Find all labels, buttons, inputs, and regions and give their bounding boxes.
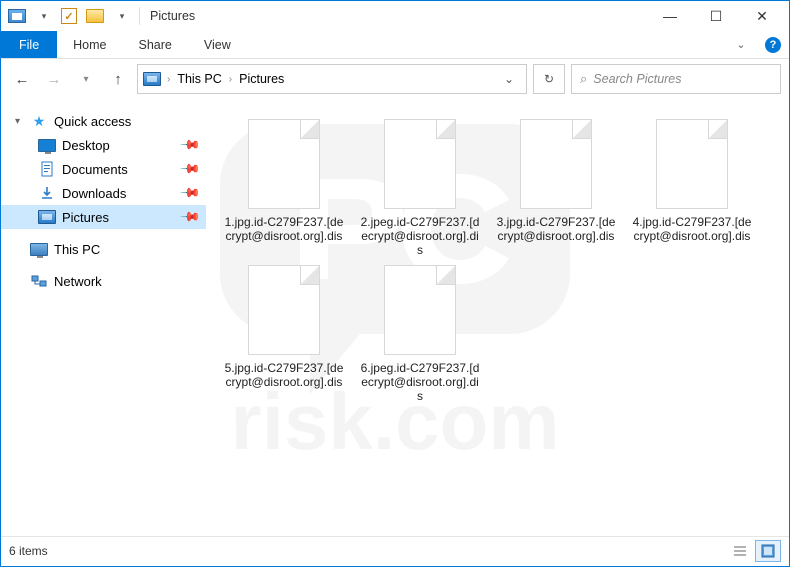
this-pc-icon	[29, 241, 49, 257]
pin-icon: 📌	[179, 158, 202, 181]
pin-icon: 📌	[179, 206, 202, 229]
documents-icon	[37, 161, 57, 177]
window-title: Pictures	[150, 9, 195, 23]
search-box[interactable]: ⌕	[571, 64, 781, 94]
file-name: 6.jpeg.id-C279F237.[decrypt@disroot.org]…	[360, 361, 480, 403]
sidebar-item-pictures[interactable]: Pictures 📌	[1, 205, 206, 229]
search-input[interactable]	[593, 72, 772, 86]
sidebar-item-label: Downloads	[62, 186, 126, 201]
address-dropdown-button[interactable]: ⌄	[496, 66, 522, 92]
navigation-pane: ▾ ★ Quick access Desktop 📌 Documents 📌	[1, 99, 206, 536]
title-bar: ▾ ✓ ▾ Pictures — ☐ ✕	[1, 1, 789, 31]
chevron-right-icon: ▸	[15, 276, 29, 287]
qat-dropdown[interactable]: ▾	[31, 5, 55, 27]
sidebar-network[interactable]: ▸ Network	[1, 269, 206, 293]
body: ▾ ★ Quick access Desktop 📌 Documents 📌	[1, 99, 789, 536]
help-icon: ?	[765, 37, 781, 53]
file-thumbnail-icon	[248, 119, 320, 209]
qat-folder-icon[interactable]	[83, 5, 107, 27]
file-name: 3.jpg.id-C279F237.[decrypt@disroot.org].…	[496, 215, 616, 243]
sidebar-item-label: Desktop	[62, 138, 110, 153]
sidebar-item-label: Quick access	[54, 114, 131, 129]
up-button[interactable]: ↑	[105, 66, 131, 92]
sidebar-this-pc[interactable]: ▸ This PC	[1, 237, 206, 261]
maximize-button[interactable]: ☐	[693, 1, 739, 31]
tab-home[interactable]: Home	[57, 31, 122, 58]
close-button[interactable]: ✕	[739, 1, 785, 31]
chevron-right-icon[interactable]: ›	[165, 74, 172, 85]
chevron-right-icon: ▸	[15, 244, 29, 255]
ribbon-expand-button[interactable]: ⌄	[725, 31, 757, 58]
file-list-pane[interactable]: 1.jpg.id-C279F237.[decrypt@disroot.org].…	[206, 99, 789, 536]
sidebar-item-label: Documents	[62, 162, 128, 177]
sidebar-item-label: Network	[54, 274, 102, 289]
chevron-down-icon: ▾	[15, 116, 29, 127]
file-tab[interactable]: File	[1, 31, 57, 58]
file-name: 2.jpeg.id-C279F237.[decrypt@disroot.org]…	[360, 215, 480, 257]
minimize-button[interactable]: —	[647, 1, 693, 31]
sidebar-item-desktop[interactable]: Desktop 📌	[1, 133, 206, 157]
ribbon-tabs: File Home Share View ⌄ ?	[1, 31, 789, 59]
address-row: ← → ▾ ↑ › This PC › Pictures ⌄ ↻ ⌕	[1, 59, 789, 99]
file-name: 4.jpg.id-C279F237.[decrypt@disroot.org].…	[632, 215, 752, 243]
pin-icon: 📌	[179, 182, 202, 205]
file-thumbnail-icon	[248, 265, 320, 355]
desktop-icon	[37, 137, 57, 153]
pictures-icon	[37, 209, 57, 225]
tab-view[interactable]: View	[188, 31, 247, 58]
thumbnails-view-button[interactable]	[755, 540, 781, 562]
chevron-right-icon[interactable]: ›	[227, 74, 234, 85]
help-button[interactable]: ?	[757, 31, 789, 58]
location-pictures-icon	[142, 71, 162, 87]
file-item[interactable]: 6.jpeg.id-C279F237.[decrypt@disroot.org]…	[360, 263, 480, 403]
refresh-button[interactable]: ↻	[533, 64, 565, 94]
file-thumbnail-icon	[520, 119, 592, 209]
quick-access-toolbar: ▾ ✓ ▾	[5, 5, 133, 27]
properties-checkbox[interactable]: ✓	[57, 5, 81, 27]
sidebar-quick-access[interactable]: ▾ ★ Quick access	[1, 109, 206, 133]
sidebar-item-label: Pictures	[62, 210, 109, 225]
breadcrumb-pictures[interactable]: Pictures	[234, 72, 289, 86]
files-grid: 1.jpg.id-C279F237.[decrypt@disroot.org].…	[224, 117, 789, 403]
file-item[interactable]: 3.jpg.id-C279F237.[decrypt@disroot.org].…	[496, 117, 616, 257]
status-bar: 6 items	[1, 536, 789, 564]
item-count: 6 items	[9, 544, 48, 558]
network-icon	[29, 273, 49, 289]
sidebar-item-documents[interactable]: Documents 📌	[1, 157, 206, 181]
sidebar-item-label: This PC	[54, 242, 100, 257]
view-switcher	[727, 540, 781, 562]
file-item[interactable]: 4.jpg.id-C279F237.[decrypt@disroot.org].…	[632, 117, 752, 257]
file-item[interactable]: 2.jpeg.id-C279F237.[decrypt@disroot.org]…	[360, 117, 480, 257]
search-icon: ⌕	[580, 71, 587, 87]
file-thumbnail-icon	[656, 119, 728, 209]
breadcrumb-this-pc[interactable]: This PC	[172, 72, 226, 86]
file-name: 5.jpg.id-C279F237.[decrypt@disroot.org].…	[224, 361, 344, 389]
file-thumbnail-icon	[384, 119, 456, 209]
qat-overflow[interactable]: ▾	[109, 5, 133, 27]
forward-button[interactable]: →	[41, 66, 67, 92]
details-view-button[interactable]	[727, 540, 753, 562]
file-name: 1.jpg.id-C279F237.[decrypt@disroot.org].…	[224, 215, 344, 243]
pin-icon: 📌	[179, 134, 202, 157]
address-bar[interactable]: › This PC › Pictures ⌄	[137, 64, 527, 94]
quick-access-star-icon: ★	[29, 113, 49, 129]
file-item[interactable]: 5.jpg.id-C279F237.[decrypt@disroot.org].…	[224, 263, 344, 403]
nav-buttons: ← → ▾ ↑	[9, 66, 131, 92]
tab-share[interactable]: Share	[123, 31, 188, 58]
recent-locations-button[interactable]: ▾	[73, 66, 99, 92]
back-button[interactable]: ←	[9, 66, 35, 92]
sidebar-item-downloads[interactable]: Downloads 📌	[1, 181, 206, 205]
explorer-icon[interactable]	[5, 5, 29, 27]
file-thumbnail-icon	[384, 265, 456, 355]
separator	[139, 7, 140, 25]
file-item[interactable]: 1.jpg.id-C279F237.[decrypt@disroot.org].…	[224, 117, 344, 257]
downloads-icon	[37, 185, 57, 201]
window-controls: — ☐ ✕	[647, 1, 785, 31]
